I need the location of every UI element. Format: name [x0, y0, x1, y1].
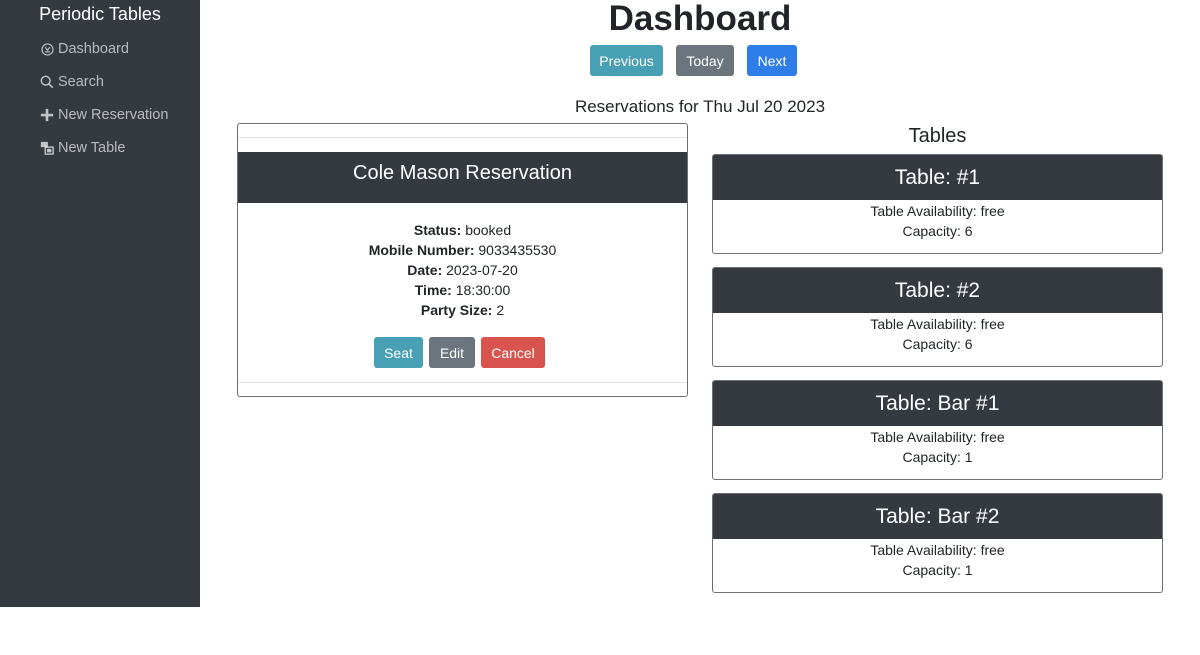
sidebar-item-label: New Table: [58, 140, 126, 156]
page-title: Dashboard: [608, 0, 792, 38]
sidebar-item-label: Search: [58, 74, 104, 90]
date-value: 2023-07-20: [446, 262, 518, 278]
tables-heading: Tables: [908, 125, 967, 147]
mobile-label: Mobile Number:: [368, 242, 475, 258]
table-card: Table: #2 Table Availability: free Capac…: [712, 267, 1163, 367]
mobile-value: 9033435530: [478, 242, 557, 258]
table-capacity: Capacity: 6: [902, 336, 973, 352]
plus-icon: [40, 108, 54, 122]
reservation-date: Date: 2023-07-20: [238, 260, 687, 280]
card-divider: [238, 137, 687, 138]
table-capacity: Capacity: 1: [902, 449, 973, 465]
next-button[interactable]: Next: [747, 45, 797, 76]
sidebar-item-label: New Reservation: [58, 107, 169, 123]
sidebar-item-new-reservation[interactable]: New Reservation: [40, 104, 168, 126]
table-availability: Table Availability: free: [870, 316, 1005, 332]
party-size-value: 2: [496, 302, 505, 318]
time-label: Time:: [414, 282, 452, 298]
table-capacity: Capacity: 6: [902, 223, 973, 239]
table-details: Table Availability: free Capacity: 1: [713, 426, 1162, 467]
seat-button[interactable]: Seat: [374, 337, 423, 368]
sidebar-item-search[interactable]: Search: [40, 71, 104, 93]
table-details: Table Availability: free Capacity: 6: [713, 200, 1162, 241]
reservation-title: Cole Mason Reservation: [238, 152, 687, 203]
today-button[interactable]: Today: [676, 45, 734, 76]
reservation-mobile: Mobile Number: 9033435530: [238, 240, 687, 260]
date-label: Date:: [407, 262, 443, 278]
table-name: Table: Bar #1: [713, 381, 1162, 426]
sidebar-item-new-table[interactable]: New Table: [40, 137, 125, 159]
previous-button[interactable]: Previous: [590, 45, 663, 76]
table-capacity: Capacity: 1: [902, 562, 973, 578]
reservation-card: Cole Mason Reservation Status: booked Mo…: [237, 123, 688, 397]
brand-title[interactable]: Periodic Tables: [0, 4, 200, 25]
reservations-heading: Reservations for Thu Jul 20 2023: [574, 97, 826, 116]
table-name: Table: #1: [713, 155, 1162, 200]
sidebar-item-dashboard[interactable]: Dashboard: [40, 38, 129, 60]
table-name: Table: Bar #2: [713, 494, 1162, 539]
table-card: Table: Bar #1 Table Availability: free C…: [712, 380, 1163, 480]
table-card: Table: Bar #2 Table Availability: free C…: [712, 493, 1163, 593]
table-name: Table: #2: [713, 268, 1162, 313]
table-details: Table Availability: free Capacity: 1: [713, 539, 1162, 580]
sidebar: Periodic Tables Dashboard Search New Res…: [0, 0, 200, 607]
table-availability: Table Availability: free: [870, 429, 1005, 445]
table-icon: [40, 141, 54, 155]
dashboard-icon: [40, 42, 54, 56]
reservation-details: Status: booked Mobile Number: 9033435530…: [238, 220, 687, 320]
search-icon: [40, 75, 54, 89]
table-availability: Table Availability: free: [870, 542, 1005, 558]
reservation-status: Status: booked: [238, 220, 687, 240]
time-value: 18:30:00: [455, 282, 511, 298]
cancel-button[interactable]: Cancel: [481, 337, 545, 368]
status-value: booked: [465, 222, 512, 238]
table-availability: Table Availability: free: [870, 203, 1005, 219]
status-label: Status:: [413, 222, 462, 238]
edit-button[interactable]: Edit: [429, 337, 475, 368]
sidebar-item-label: Dashboard: [58, 41, 129, 57]
card-divider: [238, 382, 687, 383]
reservation-party-size: Party Size: 2: [238, 300, 687, 320]
table-card: Table: #1 Table Availability: free Capac…: [712, 154, 1163, 254]
table-details: Table Availability: free Capacity: 6: [713, 313, 1162, 354]
party-size-label: Party Size:: [420, 302, 493, 318]
reservation-time: Time: 18:30:00: [238, 280, 687, 300]
